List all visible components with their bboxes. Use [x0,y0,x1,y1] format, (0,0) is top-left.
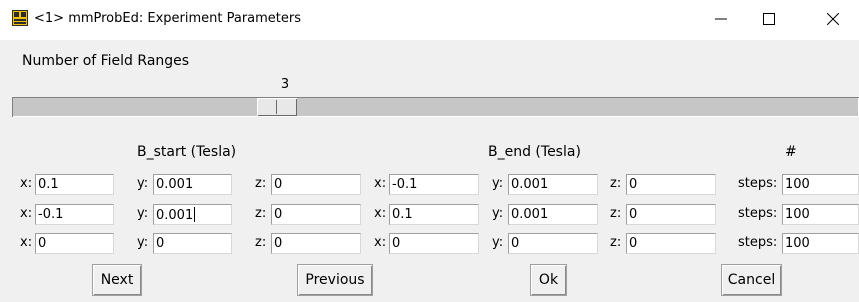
window-title: <1> mmProbEd: Experiment Parameters [34,11,302,26]
end-x-field[interactable]: -0.1 [389,174,479,195]
end-x-label: x: [374,176,387,191]
steps-field[interactable]: 100 [782,174,859,195]
start-x-label: x: [20,235,33,250]
dialog-body: Number of Field Ranges 3 B_start (Tesla)… [0,40,859,302]
start-z-label: z: [255,206,267,221]
field-ranges-label: Number of Field Ranges [22,53,190,69]
steps-field[interactable]: 100 [782,233,859,254]
minimize-button[interactable] [698,0,744,38]
steps-header: # [785,144,797,160]
cancel-button[interactable]: Cancel [721,264,782,296]
end-y-label: y: [492,176,504,191]
end-x-field[interactable]: 0 [389,233,479,254]
app-icon [12,10,28,26]
end-x-label: x: [374,235,387,250]
steps-field[interactable]: 100 [782,204,859,225]
steps-label: steps: [738,176,778,191]
end-y-label: y: [492,206,504,221]
start-x-field[interactable]: 0 [35,233,114,254]
minimize-icon [715,18,727,20]
end-z-label: z: [610,235,622,250]
maximize-button[interactable] [746,0,792,38]
start-z-field[interactable]: 0 [271,174,361,195]
end-z-field[interactable]: 0 [626,233,716,254]
end-z-field[interactable]: 0 [626,204,716,225]
end-y-field[interactable]: 0.001 [508,204,598,225]
start-x-label: x: [20,206,33,221]
start-x-field[interactable]: -0.1 [35,204,114,225]
start-z-label: z: [255,176,267,191]
end-y-label: y: [492,235,504,250]
end-y-field[interactable]: 0.001 [508,174,598,195]
slider-grip [276,100,277,114]
end-z-label: z: [610,206,622,221]
close-icon [827,13,839,25]
start-y-field[interactable]: 0 [153,233,232,254]
start-y-value: 0.001 [156,208,194,223]
start-x-field[interactable]: 0.1 [35,174,114,195]
start-z-field[interactable]: 0 [271,204,361,225]
field-ranges-scale[interactable] [12,97,859,117]
ok-button[interactable]: Ok [530,264,567,296]
start-y-field[interactable]: 0.001 [153,174,232,195]
start-y-label: y: [137,176,149,191]
start-z-field[interactable]: 0 [271,233,361,254]
start-y-label: y: [137,206,149,221]
start-y-label: y: [137,235,149,250]
b-end-header: B_end (Tesla) [488,144,581,160]
maximize-icon [763,13,775,25]
start-x-label: x: [20,176,33,191]
next-button[interactable]: Next [92,264,142,296]
end-z-field[interactable]: 0 [626,174,716,195]
field-ranges-slider[interactable] [257,98,297,116]
previous-button[interactable]: Previous [297,264,373,296]
steps-label: steps: [738,206,778,221]
b-start-header: B_start (Tesla) [137,144,237,160]
steps-label: steps: [738,235,778,250]
field-ranges-value: 3 [280,77,290,92]
end-z-label: z: [610,176,622,191]
close-button[interactable] [810,0,856,38]
end-y-field[interactable]: 0 [508,233,598,254]
title-bar: <1> mmProbEd: Experiment Parameters [0,0,859,40]
text-caret [194,207,196,222]
start-z-label: z: [255,235,267,250]
end-x-field[interactable]: 0.1 [389,204,479,225]
start-y-field-focused[interactable]: 0.001 [153,204,232,225]
end-x-label: x: [374,206,387,221]
